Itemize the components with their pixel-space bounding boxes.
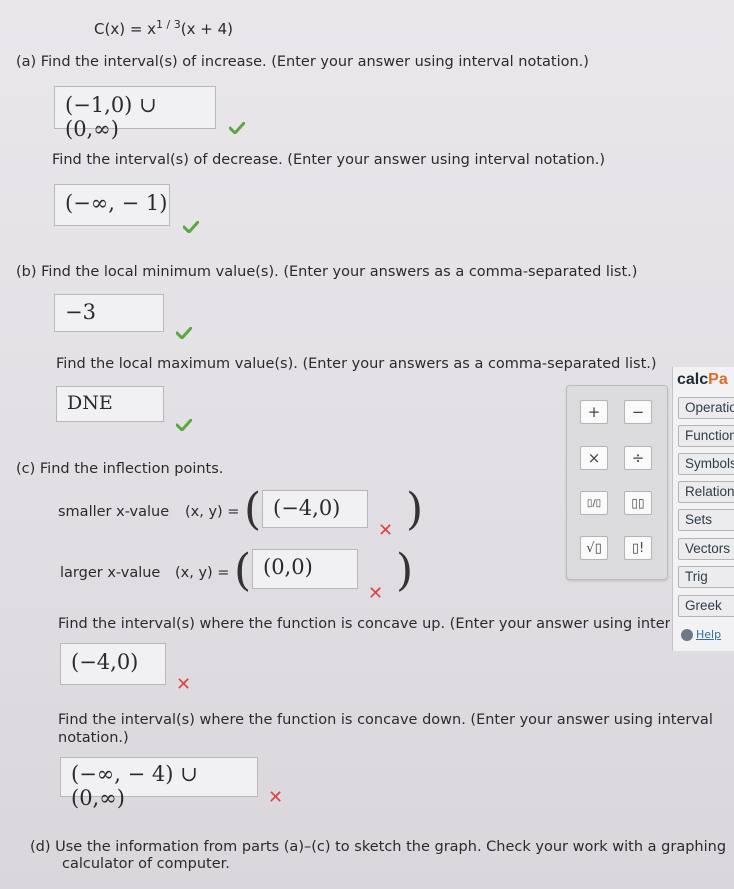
factorial-key[interactable]: ▯! bbox=[624, 536, 652, 560]
calcpad-symbols-button[interactable]: Symbols bbox=[678, 453, 734, 475]
correct-check-icon bbox=[229, 122, 245, 134]
function-lhs: C(x) = x bbox=[94, 20, 157, 38]
calcpad-sets-button[interactable]: Sets bbox=[678, 509, 734, 531]
decrease-answer-value: (−∞, − 1) bbox=[65, 191, 168, 215]
open-paren: ( bbox=[244, 484, 262, 535]
close-paren: ) bbox=[396, 545, 414, 596]
correct-check-icon bbox=[176, 419, 192, 431]
incorrect-x-icon: ✕ bbox=[378, 520, 394, 541]
fraction-key[interactable]: ▯/▯ bbox=[580, 491, 608, 515]
correct-check-icon bbox=[176, 327, 192, 339]
minus-key[interactable]: − bbox=[624, 400, 652, 424]
correct-check-icon bbox=[183, 221, 199, 233]
open-paren: ( bbox=[234, 545, 252, 596]
larger-inflection-answer-value: (0,0) bbox=[263, 555, 313, 579]
math-symbol-palette: + − × ÷ ▯/▯ ▯▯ √▯ ▯! bbox=[566, 385, 668, 580]
help-icon bbox=[681, 629, 693, 641]
larger-xy-label: (x, y) = bbox=[175, 565, 230, 581]
part-a-decrease-prompt: Find the interval(s) of decrease. (Enter… bbox=[52, 152, 606, 168]
calcpad-trig-button[interactable]: Trig bbox=[678, 566, 734, 588]
close-paren: ) bbox=[406, 484, 424, 535]
concave-down-answer-value: (−∞, − 4) ∪ (0,∞) bbox=[71, 762, 198, 810]
larger-x-label: larger x-value bbox=[60, 565, 161, 581]
plus-key[interactable]: + bbox=[580, 400, 608, 424]
concave-down-answer-field[interactable]: (−∞, − 4) ∪ (0,∞) bbox=[60, 757, 258, 810]
function-rhs: (x + 4) bbox=[180, 20, 233, 38]
calcpad-operations-button[interactable]: Operatio bbox=[678, 397, 734, 419]
calcpad-vectors-button[interactable]: Vectors bbox=[678, 538, 734, 560]
power-key[interactable]: ▯▯ bbox=[624, 491, 652, 515]
function-exponent: 1 / 3 bbox=[156, 18, 181, 31]
increase-answer-field[interactable]: (−1,0) ∪ (0,∞) bbox=[54, 86, 216, 141]
smaller-inflection-answer-field[interactable]: (−4,0) bbox=[262, 490, 368, 528]
smaller-inflection-answer-value: (−4,0) bbox=[273, 496, 341, 520]
local-min-answer-field[interactable]: −3 bbox=[54, 294, 164, 332]
calcpad-greek-button[interactable]: Greek bbox=[678, 595, 734, 617]
part-d-line-1: (d) Use the information from parts (a)–(… bbox=[30, 839, 727, 855]
calcpad-relations-button[interactable]: Relation bbox=[678, 481, 734, 503]
concave-down-prompt-continued: notation.) bbox=[58, 730, 129, 746]
part-b-max-prompt: Find the local maximum value(s). (Enter … bbox=[56, 356, 657, 372]
increase-answer-value: (−1,0) ∪ (0,∞) bbox=[65, 93, 157, 141]
local-max-answer-field[interactable]: DNE bbox=[56, 386, 164, 422]
larger-inflection-answer-field[interactable]: (0,0) bbox=[252, 549, 358, 589]
incorrect-x-icon: ✕ bbox=[268, 787, 284, 808]
concave-up-prompt: Find the interval(s) where the function … bbox=[58, 616, 670, 632]
local-max-answer-value: DNE bbox=[67, 392, 113, 414]
part-b-min-prompt: (b) Find the local minimum value(s). (En… bbox=[16, 264, 638, 280]
incorrect-x-icon: ✕ bbox=[368, 583, 384, 604]
calcpad-title-pad: Pa bbox=[708, 371, 728, 388]
help-label: Help bbox=[696, 628, 722, 641]
calcpad-functions-button[interactable]: Function bbox=[678, 425, 734, 447]
concave-down-prompt: Find the interval(s) where the function … bbox=[58, 712, 713, 728]
calcpad-title: calcPa bbox=[677, 371, 728, 389]
function-definition: C(x) = x1 / 3(x + 4) bbox=[94, 18, 233, 38]
divide-key[interactable]: ÷ bbox=[624, 446, 652, 470]
calcpad-title-calc: calc bbox=[677, 371, 709, 388]
local-min-answer-value: −3 bbox=[65, 300, 96, 324]
concave-up-answer-field[interactable]: (−4,0) bbox=[60, 643, 166, 685]
part-a-increase-prompt: (a) Find the interval(s) of increase. (E… bbox=[16, 54, 589, 70]
incorrect-x-icon: ✕ bbox=[176, 674, 192, 695]
calcpad-help-link[interactable]: Help bbox=[681, 628, 721, 641]
part-d-line-2: calculator of computer. bbox=[62, 856, 230, 872]
part-c-inflection-prompt: (c) Find the inflection points. bbox=[16, 461, 224, 477]
sqrt-key[interactable]: √▯ bbox=[580, 536, 608, 560]
decrease-answer-field[interactable]: (−∞, − 1) bbox=[54, 184, 170, 226]
calcpad-panel: calcPa Operatio Function Symbols Relatio… bbox=[672, 367, 734, 651]
smaller-xy-label: (x, y) = bbox=[185, 504, 240, 520]
concave-up-answer-value: (−4,0) bbox=[71, 650, 139, 674]
smaller-x-label: smaller x-value bbox=[58, 504, 170, 520]
times-key[interactable]: × bbox=[580, 446, 608, 470]
